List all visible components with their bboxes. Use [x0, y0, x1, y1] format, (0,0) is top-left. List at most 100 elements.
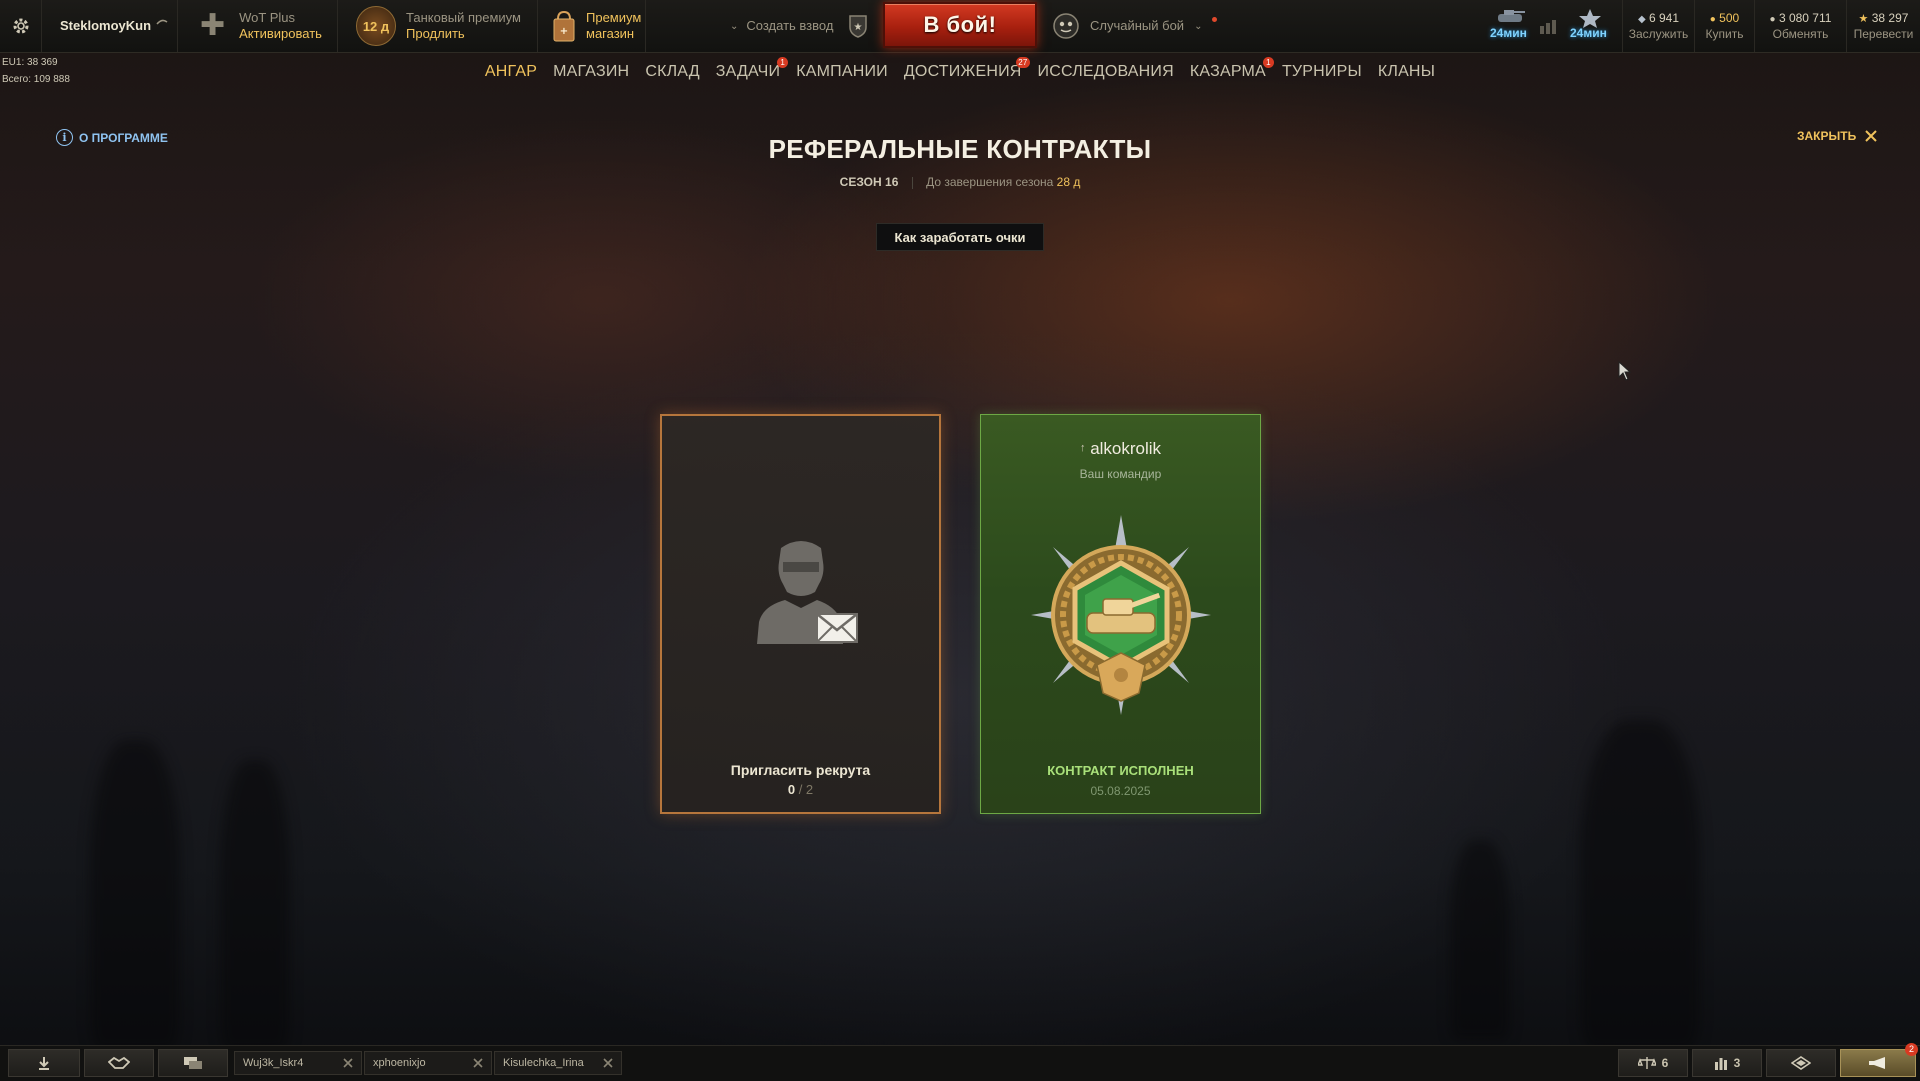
chat-icon: [184, 1057, 202, 1069]
bottom-bar: Wuj3k_Iskr4 xphoenixjo Kisulechka_Irina …: [0, 1043, 1920, 1081]
premium-extend[interactable]: Продлить: [406, 26, 521, 42]
season-label: СЕЗОН 16: [839, 175, 899, 189]
premium-block[interactable]: 12 д Танковый премиум Продлить: [338, 0, 538, 52]
chevron-down-icon: ⌄: [1194, 20, 1203, 32]
random-battle-icon: [1053, 13, 1079, 39]
bond-icon: ◆: [1637, 14, 1646, 25]
chevron-down-icon: ⌄: [730, 20, 739, 32]
nav-depot[interactable]: СКЛАД: [637, 58, 707, 86]
commander-subtitle: Ваш командир: [1079, 467, 1162, 481]
svg-text:★: ★: [854, 22, 863, 33]
chat-tab[interactable]: Kisulechka_Irina: [494, 1051, 622, 1075]
free-xp-action: Перевести: [1853, 27, 1914, 41]
close-icon[interactable]: [471, 1056, 485, 1070]
menu-button[interactable]: [8, 1049, 80, 1077]
chat-tab[interactable]: xphoenixjo: [364, 1051, 492, 1075]
credits-action: Обменять: [1772, 27, 1829, 41]
invite-current: 0: [787, 782, 796, 797]
currency-gold[interactable]: ● 500 Купить: [1694, 0, 1754, 52]
premium-shop-block[interactable]: + Премиум магазин: [538, 0, 646, 52]
battle-mode-selector[interactable]: Случайный бой ⌄: [1052, 0, 1218, 52]
close-icon[interactable]: [341, 1056, 355, 1070]
stats-mini-icon[interactable]: [1538, 20, 1558, 34]
chat-tab-label: Wuj3k_Iskr4: [243, 1057, 304, 1069]
nav-clans[interactable]: КЛАНЫ: [1370, 58, 1443, 86]
chat-tab[interactable]: Wuj3k_Iskr4: [234, 1051, 362, 1075]
wotplus-activate[interactable]: Активировать: [239, 26, 322, 42]
clan-button[interactable]: [1766, 1049, 1836, 1077]
contract-status: КОНТРАКТ ИСПОЛНЕН: [1047, 763, 1194, 778]
nav-hangar[interactable]: АНГАР: [477, 58, 545, 86]
wotplus-block[interactable]: ✚ WoT Plus Активировать: [178, 0, 338, 52]
notifications-button[interactable]: 2: [1840, 1043, 1918, 1077]
contract-date: 05.08.2025: [1090, 784, 1151, 798]
battle-button[interactable]: В бой!: [883, 2, 1037, 48]
chat-tab-label: xphoenixjo: [373, 1057, 426, 1069]
friends-button[interactable]: [84, 1049, 154, 1077]
notification-dot: [1212, 16, 1218, 22]
currency-credits[interactable]: ● 3 080 711 Обменять: [1754, 0, 1846, 52]
plus-icon: ✚: [200, 9, 226, 42]
free-xp-value: 38 297: [1871, 11, 1909, 25]
sessions-stats-button[interactable]: 6: [1618, 1049, 1688, 1077]
service-record-button[interactable]: 3: [1692, 1049, 1762, 1077]
chat-channels-button[interactable]: [158, 1049, 228, 1077]
background-figure: [1580, 720, 1700, 1050]
wotplus-title: WoT Plus: [239, 10, 296, 25]
close-icon[interactable]: [601, 1056, 615, 1070]
how-to-earn-button[interactable]: Как заработать очки: [876, 223, 1044, 251]
nav-research[interactable]: ИССЛЕДОВАНИЯ: [1030, 58, 1182, 86]
invite-recruit-label: Пригласить рекрута: [730, 762, 871, 778]
gold-value: 500: [1719, 11, 1740, 25]
shop-title-2: магазин: [586, 26, 635, 41]
star-rank-icon: [1579, 9, 1601, 28]
commander-contract-card[interactable]: ↑ alkokrolik Ваш командир КОНТРАКТ ИСПОЛ…: [980, 414, 1261, 814]
invite-recruit-card[interactable]: Пригласить рекрута 0 / 2: [660, 414, 941, 814]
settings-button[interactable]: [0, 0, 42, 52]
event-timer-2[interactable]: 24мин: [1568, 8, 1612, 44]
svg-text:+: +: [560, 26, 568, 37]
balance-scale-icon: [1637, 1057, 1656, 1069]
currency-bonds[interactable]: ◆ 6 941 Заслужить: [1622, 0, 1694, 52]
currency-free-xp[interactable]: ★ 38 297 Перевести: [1846, 0, 1920, 52]
event-timer-1[interactable]: 24мин: [1488, 8, 1532, 44]
background-figure: [220, 760, 290, 1050]
divider: [911, 176, 913, 189]
notification-badge: 2: [1905, 1043, 1918, 1056]
background-figure: [1450, 840, 1510, 1040]
commander-name-row: ↑ alkokrolik: [981, 439, 1260, 459]
commander-rank-icon: ↑: [1079, 442, 1086, 454]
handshake-icon: [108, 1056, 130, 1069]
credits-icon: ●: [1769, 14, 1776, 25]
main-navigation: АНГАР МАГАЗИН СКЛАД ЗАДАЧИ 1 КАМПАНИИ ДОС…: [0, 57, 1920, 86]
nav-missions[interactable]: ЗАДАЧИ 1: [708, 57, 789, 86]
invite-count: 0 / 2: [662, 782, 939, 797]
mouse-cursor-icon: [1618, 361, 1632, 381]
nav-barracks[interactable]: КАЗАРМА 1: [1182, 57, 1274, 86]
invite-total: / 2: [798, 782, 814, 797]
megaphone-icon: [1869, 1057, 1885, 1069]
nav-tournaments[interactable]: ТУРНИРЫ: [1274, 58, 1370, 86]
notification-badge: 1: [777, 57, 789, 68]
notification-badge: 27: [1016, 57, 1030, 68]
credits-value: 3 080 711: [1778, 11, 1832, 25]
create-platoon-button[interactable]: ⌄ Создать взвод ★: [730, 0, 869, 52]
menu-icon: [39, 1057, 49, 1070]
gold-action: Купить: [1705, 27, 1744, 41]
premium-badge-icon: 12 д: [356, 6, 396, 46]
timer-1-value: 24мин: [1490, 26, 1527, 40]
free-xp-icon: ★: [1858, 13, 1869, 25]
link-icon: [156, 19, 168, 25]
season-info: СЕЗОН 16 До завершения сезона 28 д: [0, 175, 1920, 189]
player-name[interactable]: SteklomoyKun: [42, 0, 178, 52]
shop-title: Премиум: [586, 10, 642, 25]
season-remaining-value: 28 д: [1056, 175, 1081, 189]
nav-achievements[interactable]: ДОСТИЖЕНИЯ 27: [896, 57, 1030, 86]
commander-medal-icon: [1031, 515, 1211, 715]
nav-shop[interactable]: МАГАЗИН: [545, 58, 637, 86]
background-figure: [90, 740, 180, 1050]
nav-campaigns[interactable]: КАМПАНИИ: [788, 58, 896, 86]
page-title: РЕФЕРАЛЬНЫЕ КОНТРАКТЫ: [768, 134, 1152, 164]
notification-badge: 1: [1262, 57, 1274, 68]
username: SteklomoyKun: [60, 18, 152, 33]
